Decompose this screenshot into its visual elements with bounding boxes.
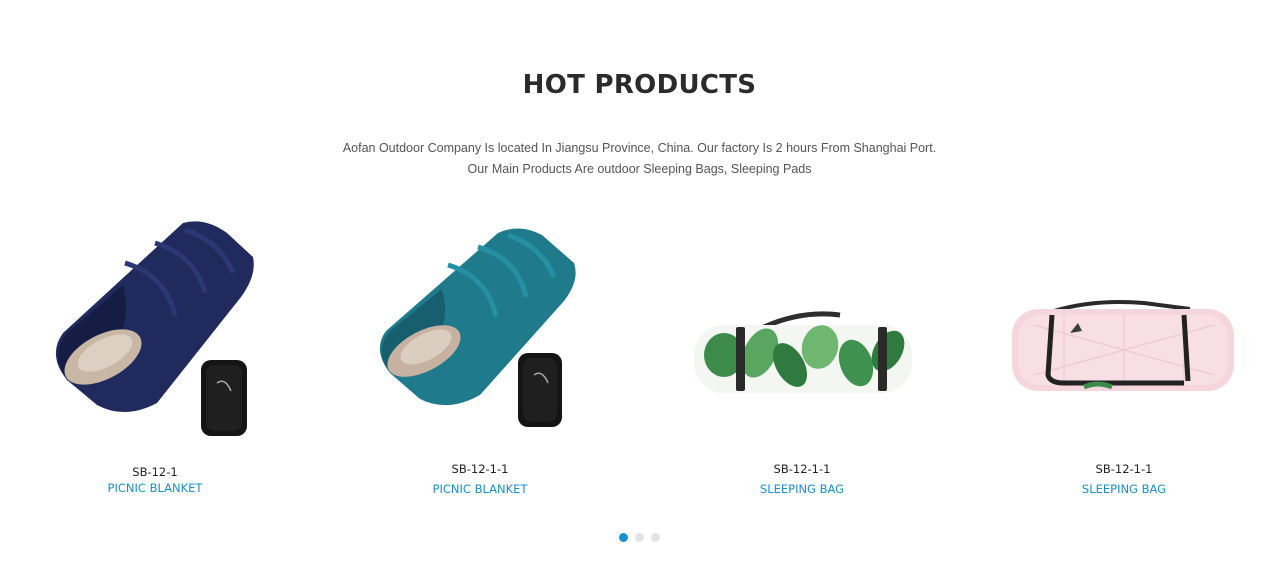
product-category-link[interactable]: SLEEPING BAG <box>652 482 952 496</box>
section-description-line-2: Our Main Products Are outdoor Sleeping B… <box>467 162 812 176</box>
pink-rolled-blanket-image[interactable] <box>974 205 1274 450</box>
product-card[interactable]: SB-12-1-1 SLEEPING BAG <box>974 205 1274 505</box>
navy-sleeping-bag-image[interactable] <box>5 205 305 450</box>
leaf-pattern-rolled-blanket-image[interactable] <box>652 205 952 450</box>
carousel-dot-2[interactable] <box>635 533 644 542</box>
product-code: SB-12-1 <box>132 465 178 479</box>
product-category-link[interactable]: PICNIC BLANKET <box>330 482 630 496</box>
product-code: SB-12-1-1 <box>451 462 509 476</box>
section-description-line-1: Aofan Outdoor Company Is located In Jian… <box>342 141 937 155</box>
product-category-link[interactable]: SLEEPING BAG <box>974 482 1274 496</box>
teal-sleeping-bag-image[interactable] <box>330 205 630 450</box>
product-category-link[interactable]: PICNIC BLANKET <box>5 481 305 495</box>
carousel-dot-3[interactable] <box>651 533 660 542</box>
product-card[interactable]: SB-12-1-1 PICNIC BLANKET <box>330 205 630 505</box>
product-code: SB-12-1-1 <box>773 462 831 476</box>
carousel-pagination <box>0 533 1279 542</box>
product-code: SB-12-1-1 <box>1095 462 1153 476</box>
section-title: HOT PRODUCTS <box>522 70 757 100</box>
product-card[interactable]: SB-12-1 PICNIC BLANKET <box>5 205 305 505</box>
section-description: Aofan Outdoor Company Is located In Jian… <box>0 138 1279 180</box>
carousel-dot-1[interactable] <box>619 533 628 542</box>
product-card[interactable]: SB-12-1-1 SLEEPING BAG <box>652 205 952 505</box>
